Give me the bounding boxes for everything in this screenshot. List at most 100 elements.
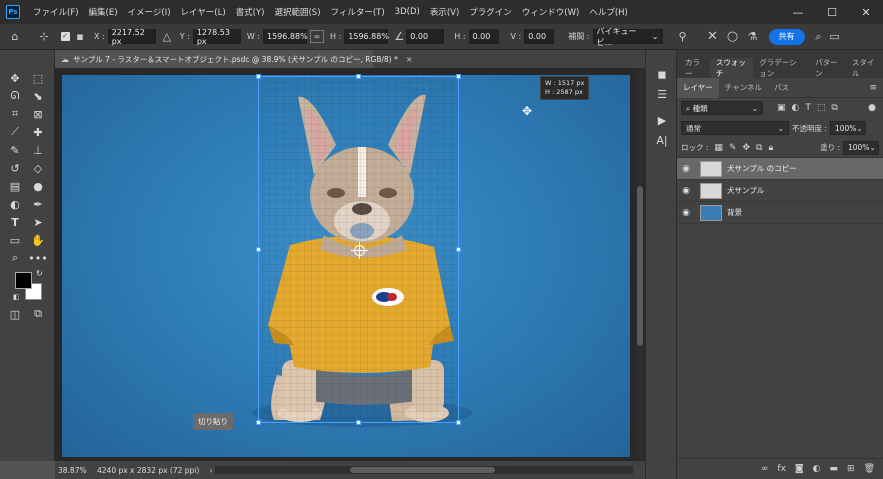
filter-shape-icon[interactable]: ⬚ [817,103,826,113]
shape-tool-icon[interactable]: ▭ [6,232,24,248]
eraser-tool-icon[interactable]: ◇ [29,160,47,176]
dodge-tool-icon[interactable]: ◐ [6,196,24,212]
stamp-tool-icon[interactable]: ⊥ [29,142,47,158]
x-field[interactable]: 2217.52 px [107,28,156,46]
close-window-button[interactable]: ✕ [849,0,883,24]
link-layers-icon[interactable]: ∞ [761,464,769,474]
vertical-scroll-thumb[interactable] [637,186,643,346]
reference-point-icon[interactable]: ▪ [72,30,88,43]
handle-middle-left[interactable] [256,247,261,252]
blend-mode-select[interactable]: 通常 ⌄ [681,121,789,135]
home-icon[interactable]: ⌂ [0,30,30,43]
panel-menu-icon[interactable]: ≡ [869,83,877,93]
healing-brush-icon[interactable]: ✚ [29,124,47,140]
menu-help[interactable]: ヘルプ(H) [584,6,633,18]
menu-edit[interactable]: 編集(E) [84,6,123,18]
menu-3d[interactable]: 3D(D) [390,7,425,17]
path-select-tool-icon[interactable]: ➤ [29,214,47,230]
w-field[interactable]: 1596.88% [263,29,308,44]
type-tool-icon[interactable]: T [6,214,24,230]
play-actions-icon[interactable]: ▶ [654,112,670,128]
cancel-transform-icon[interactable]: ✕ [703,29,723,44]
tab-swatches[interactable]: スウォッチ [709,58,754,78]
eye-icon[interactable]: ◉ [677,164,695,174]
history-brush-icon[interactable]: ↺ [6,160,24,176]
eye-icon[interactable]: ◉ [677,208,695,218]
more-tools-icon[interactable]: ••• [28,250,47,266]
share-button[interactable]: 共有 [768,28,805,45]
handle-middle-right[interactable] [456,247,461,252]
menu-layer[interactable]: レイヤー(L) [176,6,231,18]
adjustments-icon[interactable]: ☰ [654,86,670,102]
minimize-button[interactable]: — [781,0,815,24]
tab-patterns[interactable]: パターン [809,58,846,78]
h-skew-field[interactable]: 0.00 [468,29,499,44]
tab-channels[interactable]: チャンネル [719,78,768,98]
v-skew-field[interactable]: 0.00 [524,29,555,44]
pen-tool-icon[interactable]: ✒ [29,196,47,212]
handle-top-right[interactable] [456,74,461,79]
new-group-icon[interactable]: ▬ [830,464,839,474]
eyedropper-tool-icon[interactable]: ⟋ [6,124,24,140]
filter-adjust-icon[interactable]: ◐ [792,103,800,113]
status-menu-arrow[interactable]: › [209,466,212,475]
lasso-tool-icon[interactable]: ᘏ [6,88,24,104]
warp-icon[interactable]: ⚲ [671,30,695,43]
marquee-tool-icon[interactable]: ⬚ [29,70,47,86]
color-panel-icon[interactable]: ◼ [654,66,670,82]
menu-plugins[interactable]: プラグイン [464,6,517,18]
handle-top-center[interactable] [356,74,361,79]
opacity-field[interactable]: 100% ⌄ [829,121,866,135]
menu-file[interactable]: ファイル(F) [28,6,84,18]
search-icon[interactable]: ⌕ [811,30,827,44]
blur-tool-icon[interactable]: ● [29,178,47,194]
fill-field[interactable]: 100% ⌄ [843,140,879,155]
screen-mode-icon[interactable]: ⧉ [29,306,47,322]
filter-type-icon[interactable]: T [805,103,811,113]
layer-filter-select[interactable]: ⌕ 種類 ⌄ [681,101,763,115]
link-icon[interactable]: ∞ [310,30,324,43]
menu-image[interactable]: イメージ(I) [123,6,176,18]
menu-select[interactable]: 選択範囲(S) [269,6,325,18]
move-tool-icon[interactable]: ✥ [6,70,24,86]
tab-paths[interactable]: パス [768,78,795,98]
horizontal-scroll-thumb[interactable] [350,467,495,473]
filter-pixel-icon[interactable]: ▣ [777,103,786,113]
lock-image-icon[interactable]: ✎ [729,143,737,153]
tab-color[interactable]: カラー [679,58,710,78]
handle-bottom-center[interactable] [356,420,361,425]
handle-top-left[interactable] [256,74,261,79]
adjustment-layer-icon[interactable]: ◐ [813,464,821,474]
maximize-button[interactable]: ☐ [815,0,849,24]
object-select-tool-icon[interactable]: ⬊ [29,88,47,104]
new-layer-icon[interactable]: ⊞ [847,464,855,474]
h-field[interactable]: 1596.88% [344,29,389,44]
y-field[interactable]: 1278.53 px [192,28,241,46]
interpolation-select[interactable]: バイキュービ... ⌄ [592,27,663,47]
tab-layers[interactable]: レイヤー [677,77,719,98]
frame-tool-icon[interactable]: ⊠ [29,106,47,122]
layer-row[interactable]: ◉ 犬サンプル [677,180,883,202]
crop-tool-icon[interactable]: ⌗ [6,106,24,122]
filter-smart-icon[interactable]: ⧉ [831,103,837,113]
commit-transform-icon[interactable]: ○ [723,29,743,44]
swap-colors-icon[interactable]: ↻ [36,269,43,278]
menu-view[interactable]: 表示(V) [425,6,464,18]
handle-bottom-right[interactable] [456,420,461,425]
zoom-level[interactable]: 38.87% [55,466,97,475]
brush-tool-icon[interactable]: ✎ [6,142,24,158]
character-panel-icon[interactable]: A| [654,132,670,148]
hand-tool-icon[interactable]: ✋ [29,232,47,248]
trash-icon[interactable]: 🗑︎ [864,464,875,474]
quick-mask-icon[interactable]: ◫ [6,306,24,322]
tab-styles[interactable]: スタイル [846,58,883,78]
eye-icon[interactable]: ◉ [677,186,695,196]
filter-toggle-icon[interactable]: ● [868,103,876,113]
vertical-scrollbar[interactable] [635,68,645,461]
tab-gradients[interactable]: グラデーション [753,58,809,78]
zoom-tool-icon[interactable]: ⌕ [6,250,24,266]
default-colors-icon[interactable]: ◧ [13,293,20,301]
lock-artboard-icon[interactable]: ⧉ [756,143,762,153]
layer-row[interactable]: ◉ 犬サンプル のコピー [677,158,883,180]
lock-all-icon[interactable]: 🔒︎ [768,143,773,153]
